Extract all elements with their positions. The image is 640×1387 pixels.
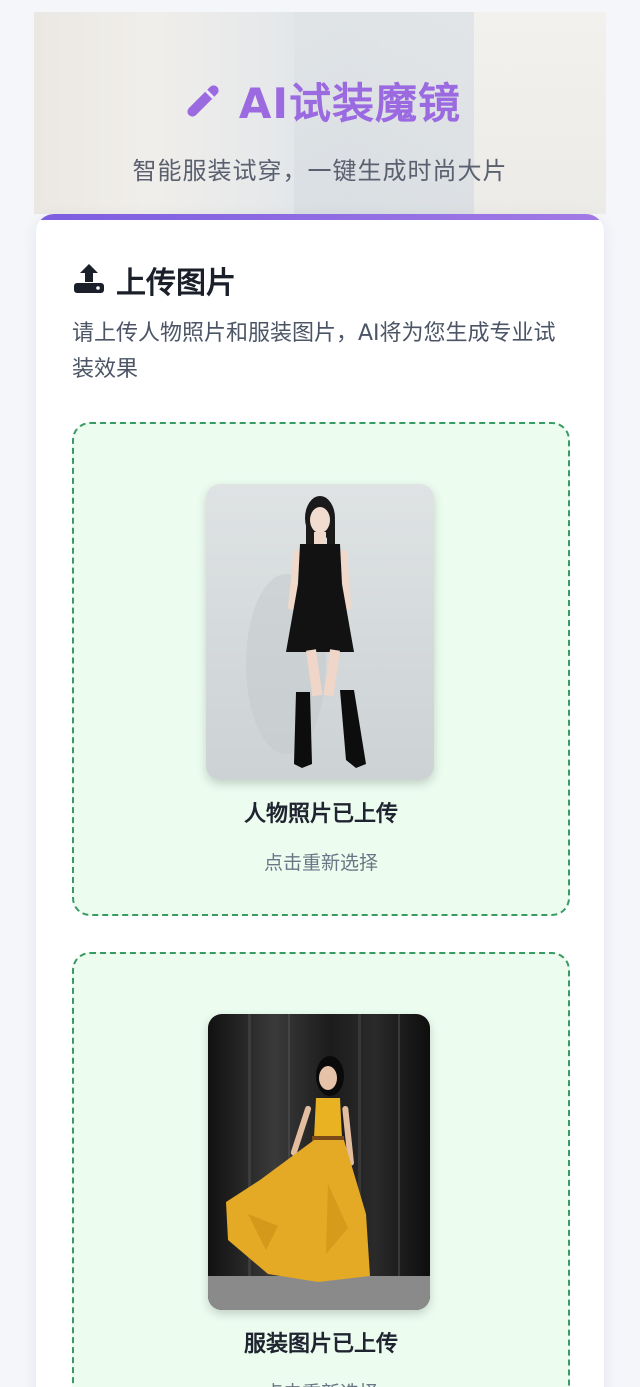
card-accent-bar: [36, 214, 604, 220]
person-reselect-link[interactable]: 点击重新选择: [74, 848, 568, 875]
upload-section-description: 请上传人物照片和服装图片，AI将为您生成专业试装效果: [72, 321, 556, 382]
app-page: AI试装魔镜 智能服装试穿，一键生成时尚大片 上传图片 请上传人物照片和服装图片…: [0, 0, 640, 1387]
app-subtitle: 智能服装试穿，一键生成时尚大片: [132, 157, 508, 185]
title-row: AI试装魔镜: [34, 70, 606, 131]
garment-upload-dropzone[interactable]: 服装图片已上传 点击重新选择: [72, 952, 570, 1387]
magic-wand-icon: [179, 77, 227, 125]
garment-upload-status: 服装图片已上传: [243, 1332, 398, 1357]
person-upload-status: 人物照片已上传: [243, 802, 398, 827]
upload-icon: [72, 261, 106, 299]
person-photo-preview: [206, 484, 434, 780]
upload-card: 上传图片 请上传人物照片和服装图片，AI将为您生成专业试装效果 人物照片已上传 …: [36, 214, 604, 1387]
garment-photo-preview: [208, 1014, 430, 1310]
upload-section-title: 上传图片: [116, 266, 236, 301]
garment-reselect-link[interactable]: 点击重新选择: [74, 1378, 568, 1387]
app-title: AI试装魔镜: [238, 79, 462, 128]
header-banner: AI试装魔镜 智能服装试穿，一键生成时尚大片: [34, 12, 606, 214]
upload-section-header: 上传图片: [72, 258, 236, 302]
person-upload-dropzone[interactable]: 人物照片已上传 点击重新选择: [72, 422, 570, 916]
